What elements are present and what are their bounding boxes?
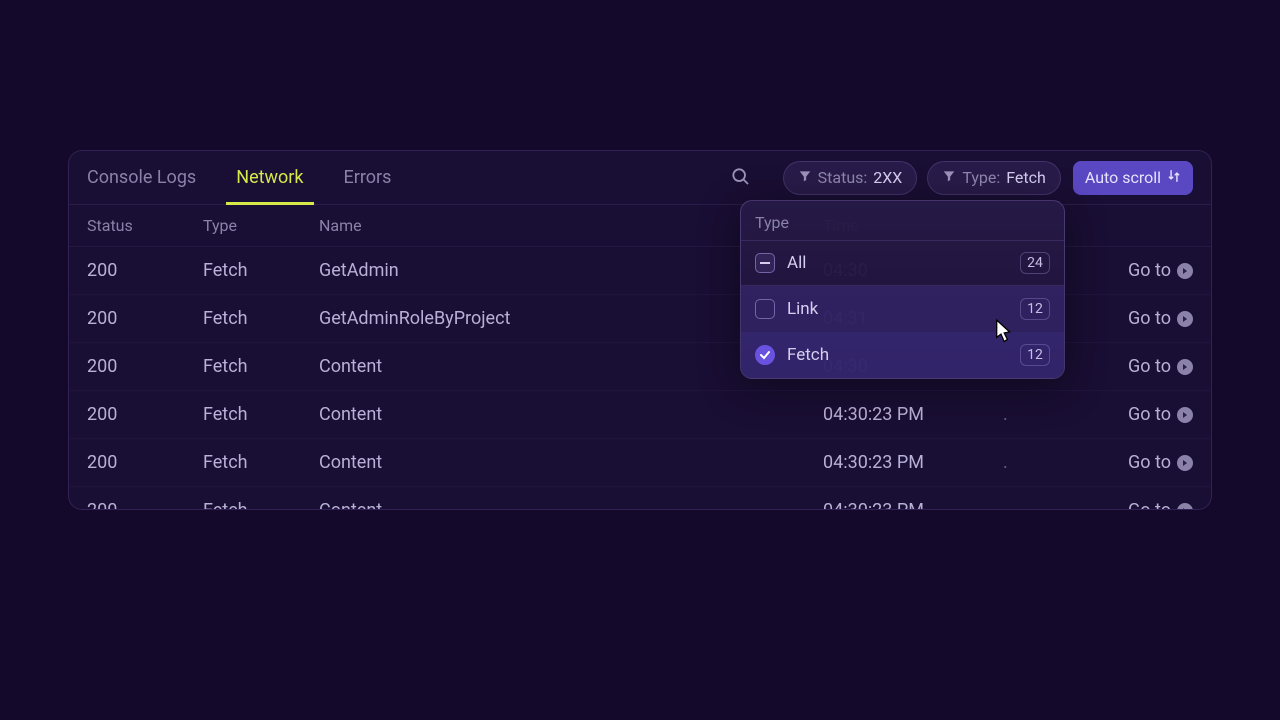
- cell-time: 04:30:23 PM: [823, 404, 1003, 425]
- cell-time: 04:30:23 PM: [823, 500, 1003, 510]
- filter-type[interactable]: Type: Fetch: [927, 161, 1061, 195]
- cell-status: 200: [87, 260, 203, 281]
- cell-status: 200: [87, 404, 203, 425]
- cell-type: Fetch: [203, 260, 319, 281]
- count-badge: 24: [1020, 252, 1050, 274]
- cell-extra: .: [1003, 500, 1103, 510]
- dropdown-title: Type: [741, 201, 1064, 240]
- go-to-link[interactable]: Go to: [1103, 260, 1193, 281]
- dropdown-item-all[interactable]: All 24: [741, 240, 1064, 286]
- cell-type: Fetch: [203, 500, 319, 510]
- cell-status: 200: [87, 500, 203, 510]
- auto-scroll-label: Auto scroll: [1085, 168, 1161, 187]
- cell-type: Fetch: [203, 356, 319, 377]
- filter-status-label: Status:: [818, 168, 868, 187]
- arrow-right-circle-icon: [1177, 503, 1193, 511]
- go-to-link[interactable]: Go to: [1103, 452, 1193, 473]
- table-row[interactable]: 200FetchContent04:30:23 PM.Go to: [69, 391, 1211, 439]
- filter-type-label: Type:: [962, 168, 1000, 187]
- checkbox-icon: [755, 253, 775, 273]
- column-header-status: Status: [87, 216, 203, 235]
- cell-status: 200: [87, 356, 203, 377]
- search-button[interactable]: [723, 161, 757, 195]
- filter-type-value: Fetch: [1006, 168, 1046, 187]
- cell-status: 200: [87, 308, 203, 329]
- column-header-type: Type: [203, 216, 319, 235]
- filter-status-value: 2XX: [873, 168, 902, 187]
- go-to-link[interactable]: Go to: [1103, 404, 1193, 425]
- table-row[interactable]: 200FetchContent04:30:23 PM.Go to: [69, 439, 1211, 487]
- cell-name: Content: [319, 500, 823, 510]
- cell-time: 04:30:23 PM: [823, 452, 1003, 473]
- cell-extra: .: [1003, 404, 1103, 425]
- cell-extra: .: [1003, 452, 1103, 473]
- search-icon: [730, 166, 750, 190]
- filter-status[interactable]: Status: 2XX: [783, 161, 918, 195]
- auto-scroll-button[interactable]: Auto scroll: [1073, 161, 1193, 195]
- type-filter-dropdown: Type All 24 Link 12 Fetch 12: [740, 200, 1065, 379]
- tab-network[interactable]: Network: [216, 151, 323, 205]
- checkbox-icon: [755, 345, 775, 365]
- cell-type: Fetch: [203, 308, 319, 329]
- table-row[interactable]: 200FetchContent04:30:23 PM.Go to: [69, 487, 1211, 510]
- arrow-right-circle-icon: [1177, 407, 1193, 423]
- tab-console-logs[interactable]: Console Logs: [87, 151, 216, 205]
- filter-icon: [798, 168, 812, 187]
- go-to-link[interactable]: Go to: [1103, 308, 1193, 329]
- dropdown-item-label: Link: [787, 299, 1008, 319]
- count-badge: 12: [1020, 298, 1050, 320]
- count-badge: 12: [1020, 344, 1050, 366]
- cell-type: Fetch: [203, 452, 319, 473]
- filter-icon: [942, 168, 956, 187]
- arrow-right-circle-icon: [1177, 359, 1193, 375]
- go-to-link[interactable]: Go to: [1103, 356, 1193, 377]
- checkbox-icon: [755, 299, 775, 319]
- dropdown-item-link[interactable]: Link 12: [741, 286, 1064, 332]
- cell-name: Content: [319, 452, 823, 473]
- arrow-right-circle-icon: [1177, 455, 1193, 471]
- arrow-right-circle-icon: [1177, 263, 1193, 279]
- dropdown-item-label: Fetch: [787, 345, 1008, 365]
- sort-icon: [1167, 168, 1181, 187]
- tab-errors[interactable]: Errors: [324, 151, 412, 205]
- dropdown-item-label: All: [787, 253, 1008, 273]
- dropdown-item-fetch[interactable]: Fetch 12: [741, 332, 1064, 378]
- tabs-row: Console Logs Network Errors Status: 2XX …: [69, 151, 1211, 205]
- cell-name: Content: [319, 404, 823, 425]
- pointer-cursor-icon: [988, 318, 1014, 352]
- go-to-link[interactable]: Go to: [1103, 500, 1193, 510]
- cell-type: Fetch: [203, 404, 319, 425]
- arrow-right-circle-icon: [1177, 311, 1193, 327]
- cell-status: 200: [87, 452, 203, 473]
